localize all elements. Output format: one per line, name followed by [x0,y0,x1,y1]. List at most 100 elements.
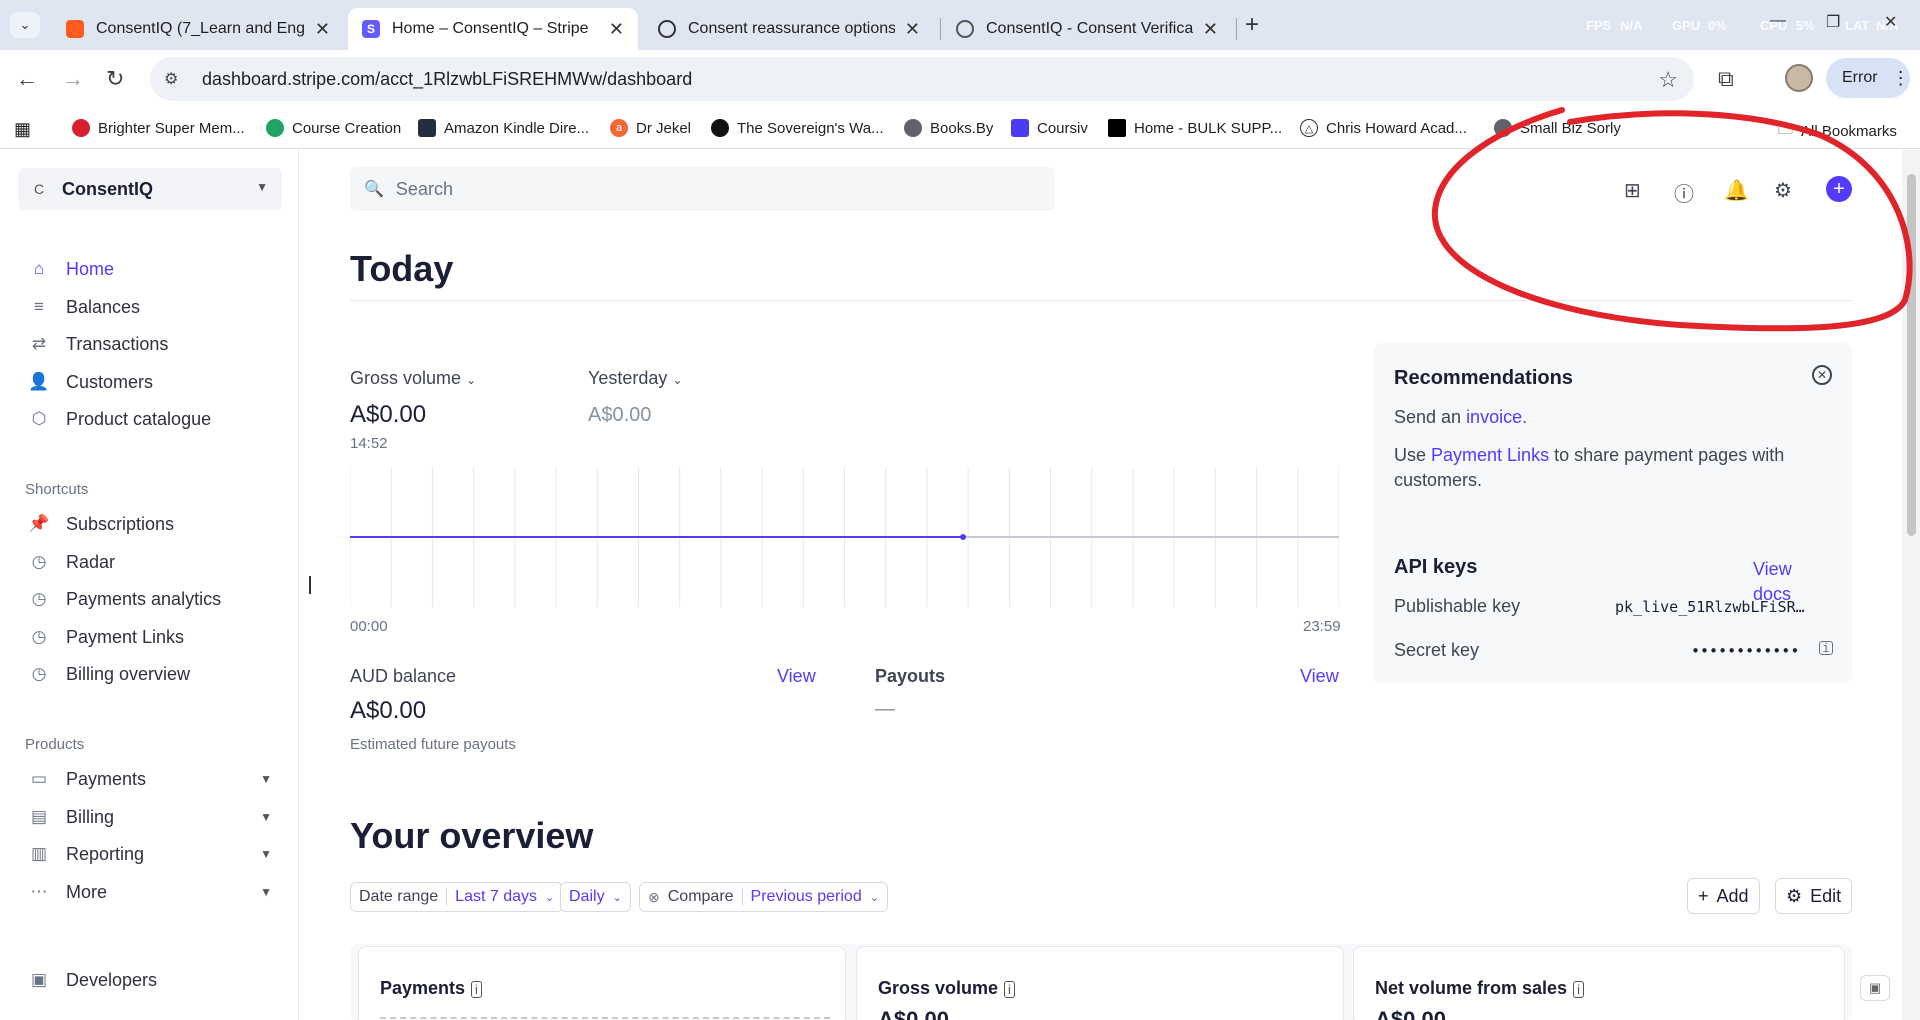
tab-search-icon[interactable]: ⌄ [10,12,40,38]
sidebar-item-developers[interactable]: ▣ Developers [28,966,272,994]
scrollbar-thumb[interactable] [1907,174,1916,536]
aud-balance-view-link[interactable]: View [777,666,816,687]
gross-volume-value: A$0.00 [350,401,427,428]
interval-filter[interactable]: Daily ⌄ [560,882,631,912]
add-button[interactable]: + Add [1687,878,1760,914]
tab-consent-verification[interactable]: ConsentIQ - Consent Verificatio ✕ [942,8,1232,50]
sidebar-item-payments[interactable]: ▭ Payments ▼ [28,765,272,793]
close-icon[interactable]: ✕ [905,19,920,40]
info-icon[interactable]: i [1573,981,1584,998]
invoice-link[interactable]: invoice. [1466,407,1527,427]
reveal-key-icon[interactable]: i [1819,641,1833,655]
balances-icon: ≡ [34,297,44,316]
edit-button[interactable]: ⚙ Edit [1775,878,1853,914]
payment-links-link[interactable]: Payment Links [1431,445,1549,465]
window-close-icon[interactable]: ✕ [1884,12,1897,32]
info-icon[interactable]: i [1004,981,1015,998]
sidebar-item-more[interactable]: ⋯ More ▼ [28,878,273,906]
sidebar-item-customers[interactable]: 👤 Customers [28,368,272,396]
bookmark-item[interactable]: Home - BULK SUPP... [1108,119,1282,137]
yesterday-selector[interactable]: Yesterday ⌄ [588,368,682,389]
tab-consent-reassurance[interactable]: Consent reassurance options ✕ [644,8,934,50]
apps-grid-icon[interactable]: ▦ [14,119,31,140]
back-icon[interactable]: ← [16,66,38,92]
chart-x-end-label: 23:59 [1303,618,1341,635]
forward-icon[interactable]: → [62,66,84,92]
gear-icon[interactable]: ⚙ [1774,178,1792,203]
compare-filter[interactable]: ⊗ Compare Previous period ⌄ [639,882,888,912]
create-plus-button[interactable]: + [1826,176,1852,202]
sidebar-item-radar[interactable]: ◷ Radar [28,548,272,576]
extensions-icon[interactable]: ⧉ [1718,66,1734,92]
payments-card[interactable]: Payments i [358,946,846,1020]
bookmark-item[interactable]: Amazon Kindle Dire... [418,119,589,137]
payouts-view-link[interactable]: View [1300,666,1339,687]
sidebar-item-product-catalogue[interactable]: ⬡ Product catalogue [28,405,272,433]
net-volume-card[interactable]: Net volume from sales i A$0.00 [1353,946,1845,1020]
info-icon[interactable]: i [471,981,482,998]
perf-fps-label: FPS [1586,18,1612,33]
sidebar-item-payments-analytics[interactable]: ◷ Payments analytics [28,585,272,613]
gross-volume-card[interactable]: Gross volume i A$0.00 [856,946,1344,1020]
error-button[interactable]: Error ⋮ [1826,58,1910,98]
sidebar-item-balances[interactable]: ≡ Balances [28,293,272,321]
perf-lat-label: LAT [1845,18,1870,33]
account-name: ConsentIQ [62,178,154,199]
clock-icon: ◷ [31,589,47,608]
bookmark-favicon-icon [1011,119,1029,137]
minimize-icon[interactable]: — [1770,12,1786,30]
gross-volume-selector[interactable]: Gross volume ⌄ [350,368,476,389]
close-icon[interactable]: ✕ [1812,365,1832,385]
secret-key-value[interactable]: •••••••••••• [1691,642,1799,660]
tab-consentiq-learn[interactable]: ConsentIQ (7_Learn and Engage ✕ [52,8,344,50]
new-tab-button[interactable]: + [1245,11,1259,39]
sidebar-item-billing[interactable]: ▤ Billing ▼ [28,803,272,831]
bookmark-item[interactable]: Brighter Super Mem... [72,119,245,137]
bookmark-item[interactable]: Coursiv [1011,119,1088,137]
site-info-icon[interactable]: ⚙ [164,69,184,89]
bookmark-star-icon[interactable]: ☆ [1658,67,1678,93]
close-icon[interactable]: ✕ [315,19,330,40]
reload-icon[interactable]: ↻ [106,66,124,92]
apps-add-icon[interactable]: ⊞ [1624,178,1641,203]
bookmark-item[interactable]: Books.By [904,119,993,137]
all-bookmarks-button[interactable]: 🗀 All Bookmarks [1778,119,1897,144]
account-switcher[interactable]: C ConsentIQ ▼ [18,168,282,210]
chevron-down-icon: ▼ [260,810,272,824]
close-circle-icon[interactable]: ⊗ [640,889,660,906]
bell-icon[interactable]: 🔔 [1724,178,1749,203]
page-scrollbar[interactable] [1902,150,1920,1020]
close-icon[interactable]: ✕ [609,19,624,40]
help-icon[interactable]: ⓘ [1674,178,1694,207]
date-range-filter[interactable]: Date range Last 7 days ⌄ [350,882,564,912]
bookmark-favicon-icon [1494,119,1512,137]
pin-icon: 📌 [28,514,50,533]
globe-icon [956,20,974,38]
sidebar-item-reporting[interactable]: ▥ Reporting ▼ [28,840,272,868]
tab-stripe-home[interactable]: S Home – ConsentIQ – Stripe ✕ [348,8,638,50]
sidebar-item-home[interactable]: ⌂ Home [28,255,272,283]
profile-avatar[interactable] [1785,64,1813,92]
sidebar-item-payment-links[interactable]: ◷ Payment Links [28,623,272,651]
sidebar-item-billing-overview[interactable]: ◷ Billing overview [28,660,272,688]
close-icon[interactable]: ✕ [1203,19,1218,40]
restore-icon[interactable]: ❐ [1826,12,1840,32]
address-bar[interactable]: ⚙ dashboard.stripe.com/acct_1RlzwbLFiSRE… [150,57,1694,101]
url-text[interactable]: dashboard.stripe.com/acct_1RlzwbLFiSREHM… [202,69,692,90]
bookmark-item[interactable]: △ Chris Howard Acad... [1300,119,1467,137]
billing-icon: ▤ [30,807,48,826]
divider [350,300,1852,301]
search-input[interactable]: 🔍 Search [350,167,1055,211]
net-volume-card-value: A$0.00 [1375,1007,1446,1020]
terminal-toggle-icon[interactable]: ▣ [1860,975,1890,1001]
bookmark-item[interactable]: a Dr Jekel [610,119,691,137]
bookmark-item[interactable]: Course Creation [266,119,401,137]
bookmark-item[interactable]: The Sovereign's Wa... [711,119,884,137]
publishable-key-value[interactable]: pk_live_51RlzwbLFiSR… [1615,598,1805,616]
chart-point[interactable] [960,534,967,540]
sidebar-item-transactions[interactable]: ⇄ Transactions [28,330,272,358]
bookmark-item[interactable]: Small Biz Sorly [1494,119,1621,137]
sidebar-item-subscriptions[interactable]: 📌 Subscriptions [28,510,272,538]
perf-gpu-value: 0% [1708,18,1727,33]
chart-icon: ▥ [30,844,48,863]
